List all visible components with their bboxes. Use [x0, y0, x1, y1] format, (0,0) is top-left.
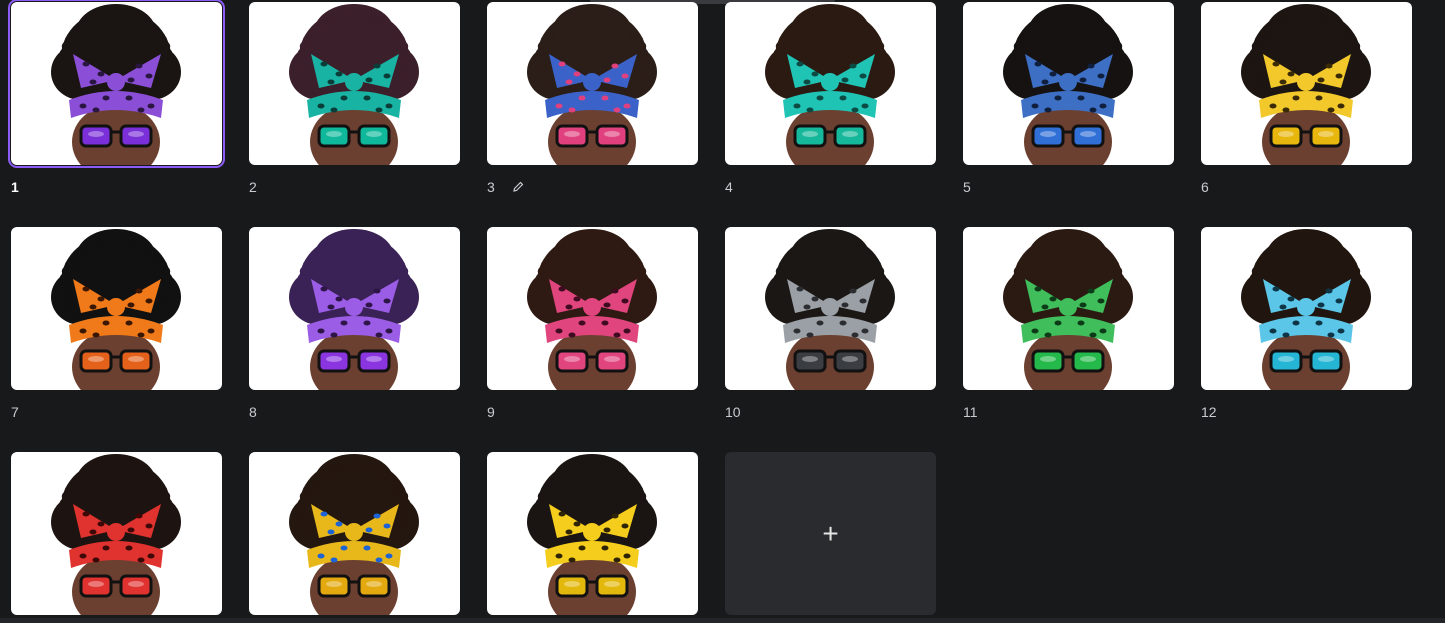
page-number-label: 6 — [1201, 179, 1209, 195]
page-thumbnail-7[interactable] — [11, 227, 222, 390]
pencil-icon[interactable] — [512, 181, 524, 193]
page-number-label: 4 — [725, 179, 733, 195]
add-page-button[interactable]: + — [725, 452, 936, 615]
page-thumbnail-13[interactable] — [11, 452, 222, 615]
page-thumbnail-5[interactable] — [963, 2, 1174, 165]
page-thumbnail-2[interactable] — [249, 2, 460, 165]
page-thumbnail-14[interactable] — [249, 452, 460, 615]
page-number-label: 10 — [725, 404, 741, 420]
page-artwork — [1241, 229, 1371, 390]
page-grid: + 123456789101112131415 — [0, 0, 1445, 623]
page-number-label: 2 — [249, 179, 257, 195]
page-thumbnail-8[interactable] — [249, 227, 460, 390]
page-number-label: 12 — [1201, 404, 1217, 420]
page-number-label: 1 — [11, 179, 19, 195]
page-thumbnail-11[interactable] — [963, 227, 1174, 390]
page-artwork — [289, 4, 419, 165]
page-number-label: 8 — [249, 404, 257, 420]
page-number-label: 11 — [963, 404, 978, 420]
page-number-label: 5 — [963, 179, 971, 195]
page-artwork — [51, 454, 181, 615]
page-artwork — [765, 4, 895, 165]
page-thumbnail-12[interactable] — [1201, 227, 1412, 390]
page-artwork — [1003, 4, 1133, 165]
page-artwork — [289, 454, 419, 615]
plus-icon: + — [822, 517, 839, 549]
page-number-label: 7 — [11, 404, 19, 420]
page-thumbnail-6[interactable] — [1201, 2, 1412, 165]
page-thumbnail-15[interactable] — [487, 452, 698, 615]
page-artwork — [527, 229, 657, 390]
page-artwork — [527, 454, 657, 615]
page-artwork — [527, 4, 657, 165]
page-number-label: 9 — [487, 404, 495, 420]
page-artwork — [289, 229, 419, 390]
page-artwork — [51, 4, 181, 165]
page-thumbnail-4[interactable] — [725, 2, 936, 165]
page-artwork — [765, 229, 895, 390]
page-number-label: 3 — [487, 179, 495, 195]
page-artwork — [51, 229, 181, 390]
page-artwork — [1003, 229, 1133, 390]
page-artwork — [1241, 4, 1371, 165]
page-thumbnail-3[interactable] — [487, 2, 698, 165]
page-thumbnail-10[interactable] — [725, 227, 936, 390]
bottom-scrollbar[interactable] — [0, 618, 1445, 623]
page-thumbnail-1[interactable] — [8, 0, 225, 168]
page-thumbnail-9[interactable] — [487, 227, 698, 390]
